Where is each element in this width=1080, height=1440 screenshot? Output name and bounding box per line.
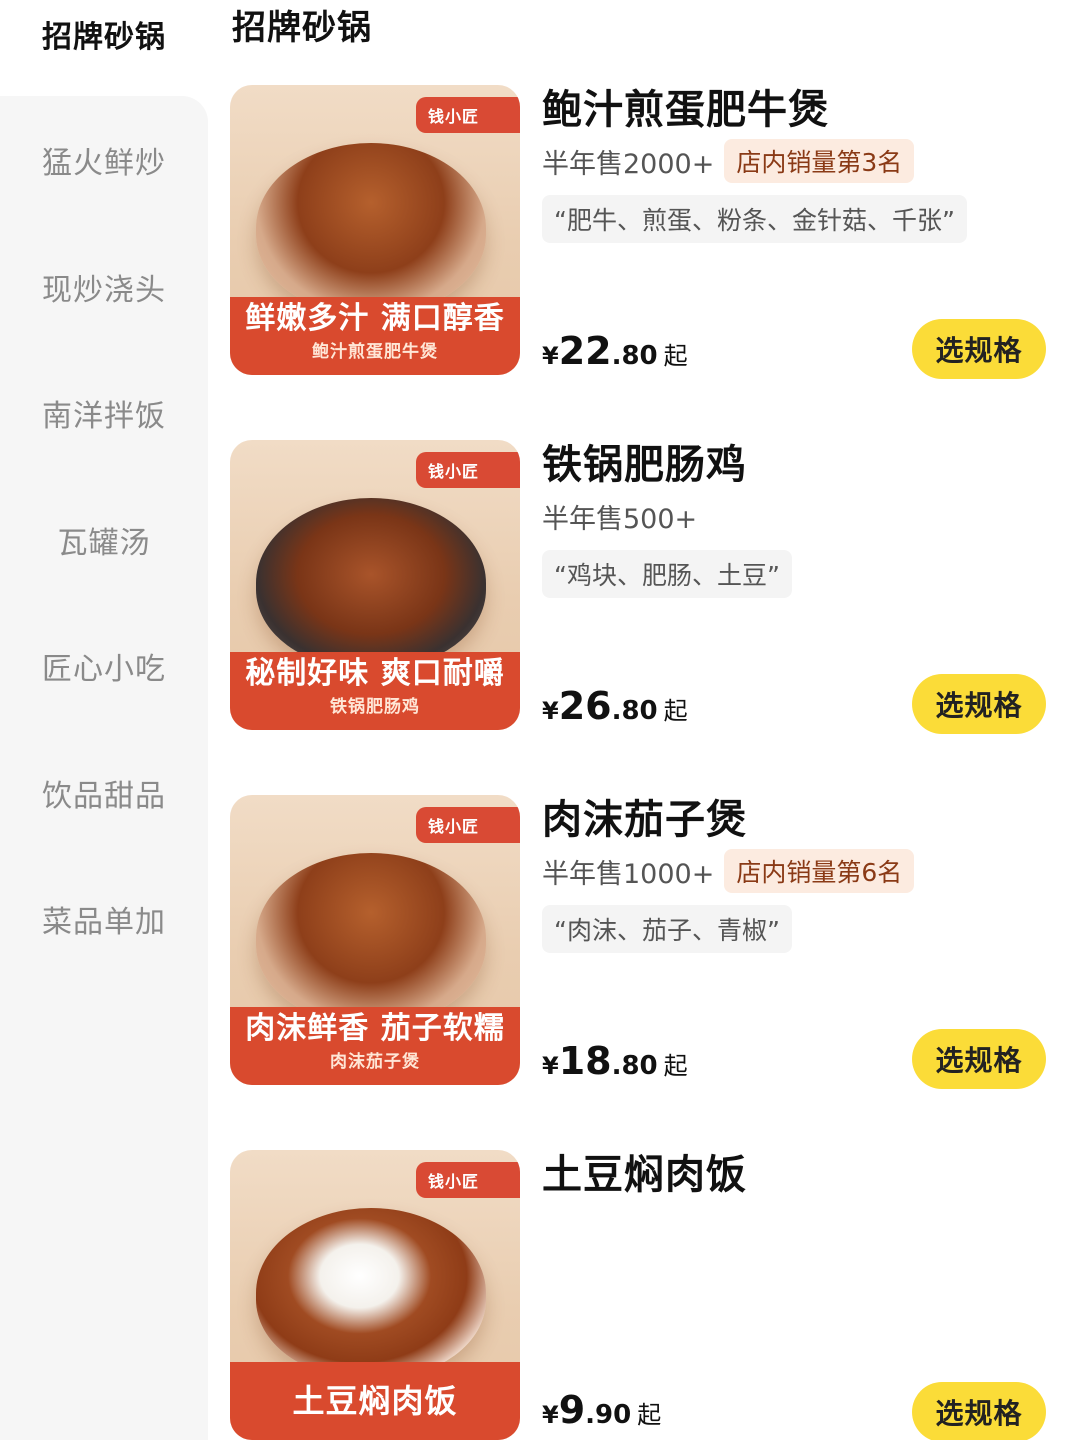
sidebar-item-signature-claypot[interactable]: 招牌砂锅 [0,12,208,56]
product-image[interactable]: 钱小匠 秘制好味 爽口耐嚼 铁锅肥肠鸡 [230,440,520,730]
banner-dish-name: 肉沫茄子煲 [330,1052,420,1072]
image-banner: 土豆焖肉饭 [230,1362,520,1440]
product-name: 肉沫茄子煲 [542,797,747,843]
product-name: 鲍汁煎蛋肥牛煲 [542,87,829,133]
banner-dish-name: 土豆焖肉饭 [292,1382,458,1420]
price-integer: 26 [558,684,612,728]
product-card[interactable]: 钱小匠 肉沫鲜香 茄子软糯 肉沫茄子煲 肉沫茄子煲 半年售1000+ 店内销量第… [230,795,1060,1095]
price-suffix: 起 [663,1052,688,1080]
banner-slogan: 肉沫鲜香 茄子软糯 [245,1011,505,1046]
rice-plate-illustration [256,1208,486,1378]
currency-symbol: ¥ [542,1401,559,1429]
sidebar-item-add-ons[interactable]: 菜品单加 [0,897,208,941]
price-integer: 18 [558,1039,612,1083]
banner-dish-name: 鲍汁煎蛋肥牛煲 [312,342,438,362]
product-image[interactable]: 钱小匠 土豆焖肉饭 [230,1150,520,1440]
sidebar-item-drinks-desserts[interactable]: 饮品甜品 [0,771,208,815]
sidebar-item-stir-fry[interactable]: 猛火鲜炒 [0,138,208,182]
sidebar-item-clay-jar-soup[interactable]: 瓦罐汤 [0,518,208,562]
ingredient-tags: “鸡块、肥肠、土豆” [542,550,792,598]
sales-row: 半年售500+ [542,496,697,536]
iron-pot-illustration [256,498,486,668]
currency-symbol: ¥ [542,1052,559,1080]
sidebar-item-snacks[interactable]: 匠心小吃 [0,644,208,688]
product-card[interactable]: 钱小匠 秘制好味 爽口耐嚼 铁锅肥肠鸡 铁锅肥肠鸡 半年售500+ “鸡块、肥肠… [230,440,1060,740]
sales-count: 半年售500+ [542,503,698,535]
brand-label: 钱小匠 [416,97,520,133]
price-decimal: .80 [611,1051,658,1081]
rank-badge: 店内销量第3名 [724,139,915,183]
category-sidebar: 招牌砂锅 猛火鲜炒 现炒浇头 南洋拌饭 瓦罐汤 匠心小吃 饮品甜品 菜品单加 [0,0,208,1440]
select-spec-button[interactable]: 选规格 [912,1029,1046,1089]
price-decimal: .80 [611,341,658,371]
image-banner: 鲜嫩多汁 满口醇香 鲍汁煎蛋肥牛煲 [230,297,520,375]
ingredient-tags: “肉沫、茄子、青椒” [542,905,792,953]
sidebar-item-toppings[interactable]: 现炒浇头 [0,265,208,309]
product-name: 铁锅肥肠鸡 [542,442,747,488]
product-card[interactable]: 钱小匠 土豆焖肉饭 土豆焖肉饭 ¥9.90 起 选规格 [230,1150,1060,1440]
price: ¥22.80 起 [542,329,688,373]
select-spec-button[interactable]: 选规格 [912,319,1046,379]
brand-label: 钱小匠 [416,452,520,488]
product-card[interactable]: 钱小匠 鲜嫩多汁 满口醇香 鲍汁煎蛋肥牛煲 鲍汁煎蛋肥牛煲 半年售2000+ 店… [230,85,1060,385]
price: ¥18.80 起 [542,1039,688,1083]
currency-symbol: ¥ [542,342,559,370]
select-spec-button[interactable]: 选规格 [912,1382,1046,1440]
product-image[interactable]: 钱小匠 鲜嫩多汁 满口醇香 鲍汁煎蛋肥牛煲 [230,85,520,375]
brand-label: 钱小匠 [416,1162,520,1198]
price-integer: 9 [558,1388,586,1432]
sales-row: 半年售1000+ 店内销量第6名 [542,849,915,893]
sales-count: 半年售2000+ [542,148,715,180]
sales-count: 半年售1000+ [542,858,715,890]
price: ¥26.80 起 [542,684,688,728]
select-spec-button[interactable]: 选规格 [912,674,1046,734]
ingredient-tags: “肥牛、煎蛋、粉条、金针菇、千张” [542,195,967,243]
section-title: 招牌砂锅 [232,8,372,48]
banner-slogan: 秘制好味 爽口耐嚼 [245,656,505,691]
product-name: 土豆焖肉饭 [542,1152,747,1198]
product-image[interactable]: 钱小匠 肉沫鲜香 茄子软糯 肉沫茄子煲 [230,795,520,1085]
price-suffix: 起 [663,342,688,370]
image-banner: 肉沫鲜香 茄子软糯 肉沫茄子煲 [230,1007,520,1085]
price: ¥9.90 起 [542,1388,661,1432]
claypot-illustration [256,143,486,313]
currency-symbol: ¥ [542,697,559,725]
price-decimal: .90 [585,1400,632,1430]
rank-badge: 店内销量第6名 [724,849,915,893]
image-banner: 秘制好味 爽口耐嚼 铁锅肥肠鸡 [230,652,520,730]
price-decimal: .80 [611,696,658,726]
brand-label: 钱小匠 [416,807,520,843]
price-suffix: 起 [663,697,688,725]
banner-dish-name: 铁锅肥肠鸡 [330,697,420,717]
price-integer: 22 [558,329,612,373]
sidebar-item-nanyang-rice[interactable]: 南洋拌饭 [0,391,208,435]
sales-row: 半年售2000+ 店内销量第3名 [542,139,915,183]
claypot-illustration [256,853,486,1023]
banner-slogan: 鲜嫩多汁 满口醇香 [245,301,505,336]
price-suffix: 起 [637,1401,662,1429]
